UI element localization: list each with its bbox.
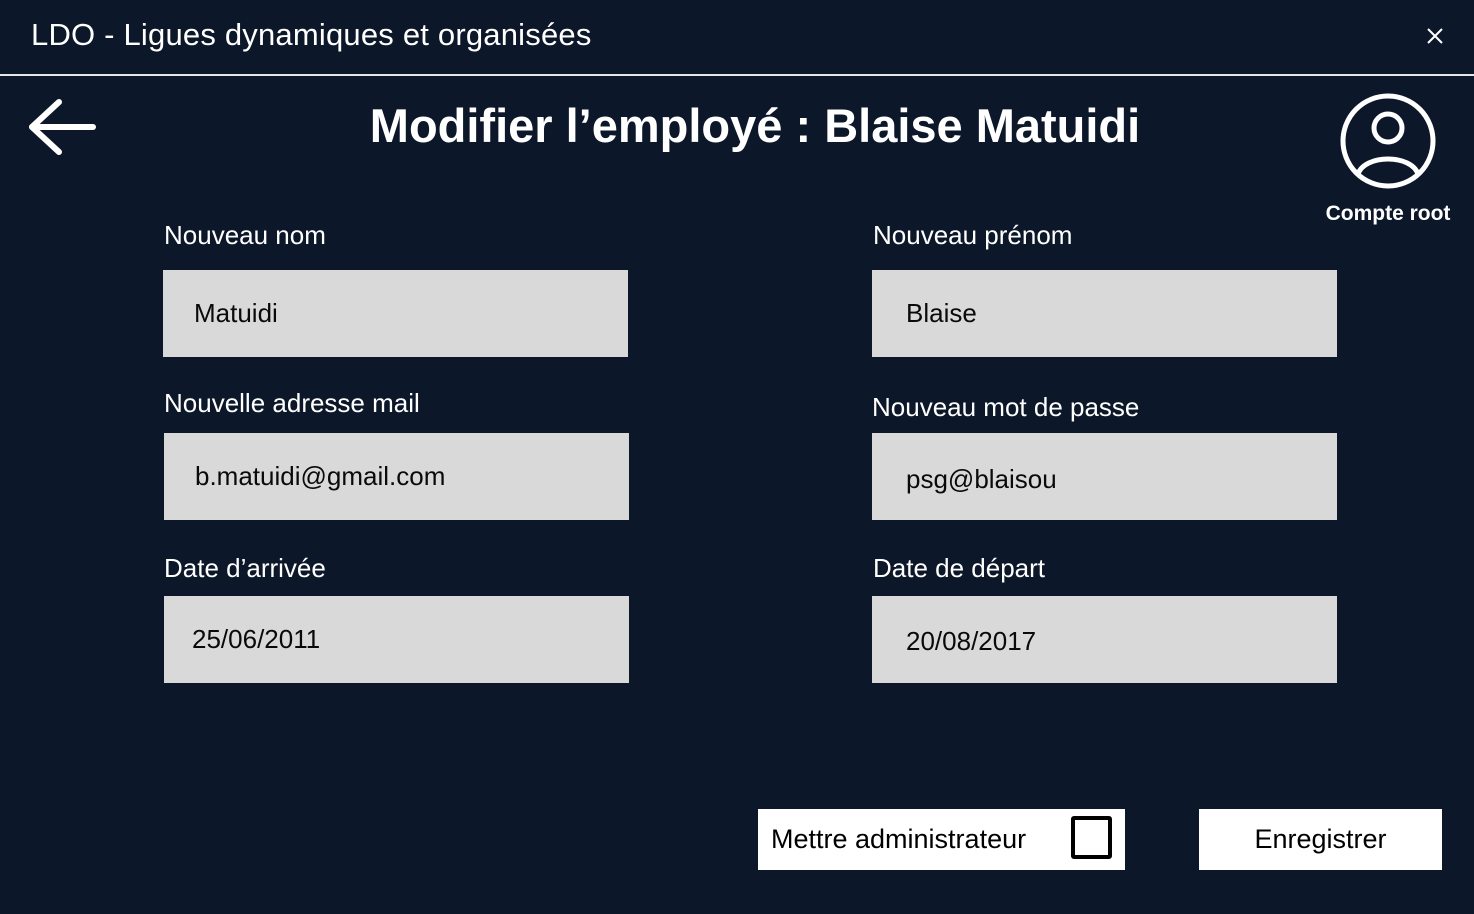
app-title: LDO - Ligues dynamiques et organisées (31, 17, 592, 52)
admin-checkbox-label: Mettre administrateur (771, 824, 1027, 854)
close-button[interactable] (1420, 22, 1450, 50)
last-name-label: Nouveau nom (164, 220, 326, 250)
admin-checkbox-toggle[interactable]: Mettre administrateur (758, 809, 1125, 870)
page-title: Modifier l’employé : Blaise Matuidi (369, 99, 1141, 152)
first-name-input[interactable] (872, 270, 1337, 357)
arrival-date-input[interactable] (164, 596, 629, 683)
user-avatar-icon (1340, 93, 1436, 189)
back-button[interactable] (24, 96, 98, 158)
departure-date-label: Date de départ (873, 553, 1046, 583)
departure-date-input[interactable] (872, 596, 1337, 683)
close-icon (1427, 28, 1443, 44)
title-bar: LDO - Ligues dynamiques et organisées (0, 0, 1474, 76)
app-window: LDO - Ligues dynamiques et organisées Mo… (0, 0, 1474, 914)
save-button[interactable]: Enregistrer (1199, 809, 1442, 870)
account-button[interactable]: Compte root (1310, 88, 1466, 234)
admin-checkbox[interactable] (1071, 816, 1112, 859)
email-input[interactable] (164, 433, 629, 520)
first-name-label: Nouveau prénom (873, 220, 1073, 250)
email-label: Nouvelle adresse mail (164, 388, 420, 418)
password-input[interactable] (872, 433, 1337, 520)
account-label: Compte root (1325, 202, 1451, 225)
arrival-date-label: Date d’arrivée (164, 553, 326, 583)
password-label: Nouveau mot de passe (872, 392, 1140, 422)
last-name-input[interactable] (163, 270, 628, 357)
arrow-left-icon (29, 99, 96, 155)
